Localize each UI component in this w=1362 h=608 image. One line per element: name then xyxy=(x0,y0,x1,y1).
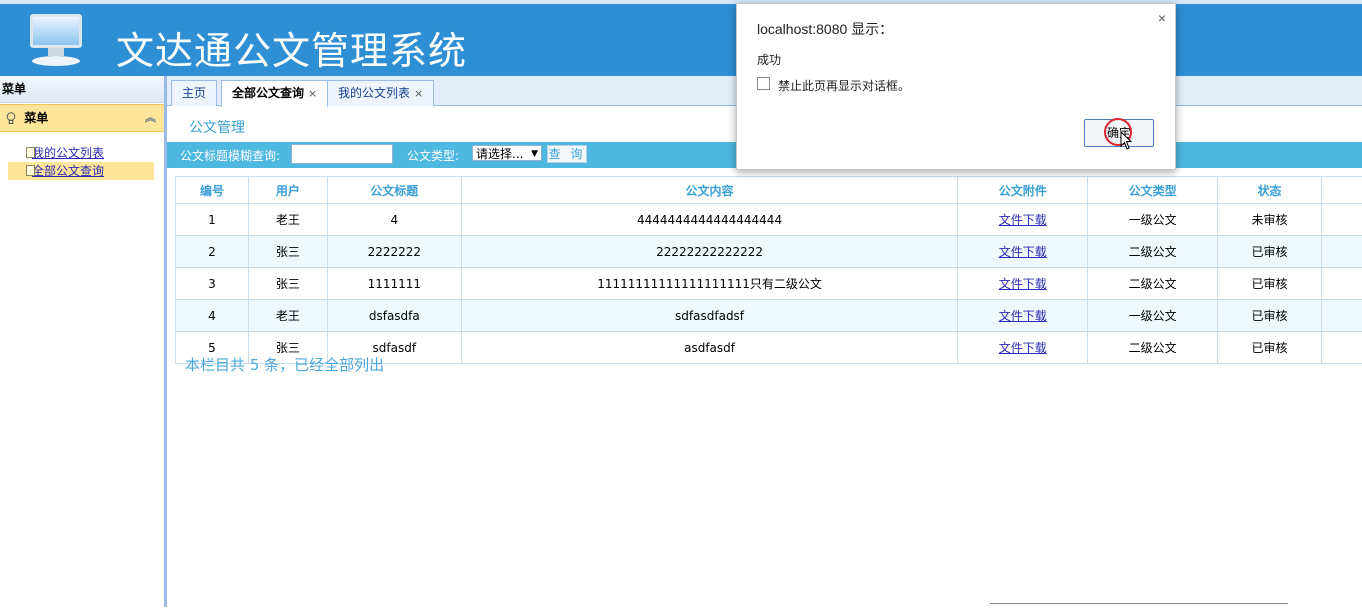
download-link[interactable]: 文件下载 xyxy=(999,309,1047,323)
main-content: 公文管理 公文标题模糊查询: 公文类型: 请选择... ▼ 查 询 编号 用户 … xyxy=(167,106,1362,607)
table-row: 3 张三 1111111 11111111111111111111只有二级公文 … xyxy=(176,268,1362,300)
download-link[interactable]: 文件下载 xyxy=(999,341,1047,355)
query-button[interactable]: 查 询 xyxy=(547,145,587,163)
column-header-type: 公文类型 xyxy=(1088,177,1218,204)
cell-title: 1111111 xyxy=(327,268,461,300)
collapse-chevron-icon[interactable]: ︽ xyxy=(145,105,156,131)
type-label: 公文类型: xyxy=(407,147,459,164)
cell-attachment: 文件下载 xyxy=(958,300,1088,332)
cell-status: 未审核 xyxy=(1218,204,1322,236)
cell-type: 二级公文 xyxy=(1088,268,1218,300)
computer-monitor-icon xyxy=(28,14,84,68)
cell-extra xyxy=(1321,204,1362,236)
sidebar: 菜单 菜单 ︽ 我的公文列表 全部公文查询 xyxy=(0,76,167,607)
cell-user: 老王 xyxy=(248,204,327,236)
column-header-attachment: 公文附件 xyxy=(958,177,1088,204)
cell-status: 已审核 xyxy=(1218,268,1322,300)
cell-title: 2222222 xyxy=(327,236,461,268)
dialog-title: localhost:8080 显示： xyxy=(757,19,893,39)
cell-type: 二级公文 xyxy=(1088,332,1218,364)
cell-status: 已审核 xyxy=(1218,300,1322,332)
cell-content: asdfasdf xyxy=(461,332,958,364)
download-link[interactable]: 文件下载 xyxy=(999,213,1047,227)
cell-attachment: 文件下载 xyxy=(958,332,1088,364)
cell-extra xyxy=(1321,268,1362,300)
tab-my-documents[interactable]: 我的公文列表 × xyxy=(327,80,434,106)
document-icon xyxy=(26,165,35,176)
menu-accordion-title: 菜单 xyxy=(24,111,48,125)
sidebar-item-label[interactable]: 我的公文列表 xyxy=(32,146,104,160)
cell-extra xyxy=(1321,236,1362,268)
cell-id: 1 xyxy=(176,204,249,236)
tab-label: 我的公文列表 xyxy=(338,86,410,100)
cell-id: 3 xyxy=(176,268,249,300)
cell-status: 已审核 xyxy=(1218,332,1322,364)
cell-id: 2 xyxy=(176,236,249,268)
cell-attachment: 文件下载 xyxy=(958,268,1088,300)
suppress-dialogs-checkbox[interactable] xyxy=(757,77,770,90)
panel-title: 公文管理 xyxy=(189,117,245,137)
cell-user: 张三 xyxy=(248,236,327,268)
column-header-user: 用户 xyxy=(248,177,327,204)
sidebar-title: 菜单 xyxy=(0,76,164,103)
title-search-label: 公文标题模糊查询: xyxy=(180,147,280,164)
alert-dialog: localhost:8080 显示： × 成功 禁止此页再显示对话框。 确定 xyxy=(736,3,1176,170)
cell-extra xyxy=(1321,332,1362,364)
cell-title: dsfasdfa xyxy=(327,300,461,332)
column-header-title: 公文标题 xyxy=(327,177,461,204)
sidebar-item-my-documents[interactable]: 我的公文列表 xyxy=(8,144,154,162)
documents-table: 编号 用户 公文标题 公文内容 公文附件 公文类型 状态 1 老王 4 4444… xyxy=(175,176,1362,364)
cell-status: 已审核 xyxy=(1218,236,1322,268)
title-search-input[interactable] xyxy=(291,144,393,164)
dropdown-arrow-icon: ▼ xyxy=(531,146,538,162)
cell-title: 4 xyxy=(327,204,461,236)
cell-id: 4 xyxy=(176,300,249,332)
cell-attachment: 文件下载 xyxy=(958,236,1088,268)
column-header-content: 公文内容 xyxy=(461,177,958,204)
type-select[interactable]: 请选择... ▼ xyxy=(472,145,542,161)
download-link[interactable]: 文件下载 xyxy=(999,277,1047,291)
cell-content: sdfasdfadsf xyxy=(461,300,958,332)
tab-close-icon[interactable]: × xyxy=(308,87,317,100)
type-select-value: 请选择... xyxy=(476,147,523,161)
record-count-note: 本栏目共 5 条，已经全部列出 xyxy=(185,354,384,375)
tab-close-icon[interactable]: × xyxy=(414,87,423,100)
sidebar-item-label[interactable]: 全部公文查询 xyxy=(32,164,104,178)
sidebar-item-all-documents[interactable]: 全部公文查询 xyxy=(8,162,154,180)
cell-type: 一级公文 xyxy=(1088,204,1218,236)
tab-label: 全部公文查询 xyxy=(232,86,304,100)
menu-accordion-header[interactable]: 菜单 ︽ xyxy=(0,104,164,132)
tab-all-documents[interactable]: 全部公文查询 × xyxy=(221,80,328,107)
app-title: 文达通公文管理系统 xyxy=(116,20,467,75)
column-header-extra xyxy=(1321,177,1362,204)
cell-content: 11111111111111111111只有二级公文 xyxy=(461,268,958,300)
close-icon[interactable]: × xyxy=(1158,10,1166,26)
column-header-status: 状态 xyxy=(1218,177,1322,204)
tab-label: 主页 xyxy=(182,86,206,100)
cell-content: 22222222222222 xyxy=(461,236,958,268)
table-row: 2 张三 2222222 22222222222222 文件下载 二级公文 已审… xyxy=(176,236,1362,268)
lightbulb-icon xyxy=(6,112,16,125)
column-header-id: 编号 xyxy=(176,177,249,204)
download-link[interactable]: 文件下载 xyxy=(999,245,1047,259)
cell-attachment: 文件下载 xyxy=(958,204,1088,236)
document-icon xyxy=(26,147,35,158)
menu-list: 我的公文列表 全部公文查询 xyxy=(0,132,164,180)
cell-user: 张三 xyxy=(248,268,327,300)
cell-type: 二级公文 xyxy=(1088,236,1218,268)
mouse-pointer-icon xyxy=(1120,131,1134,151)
table-row: 1 老王 4 4444444444444444444 文件下载 一级公文 未审核 xyxy=(176,204,1362,236)
cell-extra xyxy=(1321,300,1362,332)
partial-window-edge xyxy=(990,603,1288,608)
cell-type: 一级公文 xyxy=(1088,300,1218,332)
tab-home[interactable]: 主页 xyxy=(171,80,217,106)
table-row: 4 老王 dsfasdfa sdfasdfadsf 文件下载 一级公文 已审核 xyxy=(176,300,1362,332)
cell-content: 4444444444444444444 xyxy=(461,204,958,236)
suppress-dialogs-label[interactable]: 禁止此页再显示对话框。 xyxy=(778,77,910,94)
cell-user: 老王 xyxy=(248,300,327,332)
table-header-row: 编号 用户 公文标题 公文内容 公文附件 公文类型 状态 xyxy=(176,177,1362,204)
dialog-message: 成功 xyxy=(757,51,781,68)
